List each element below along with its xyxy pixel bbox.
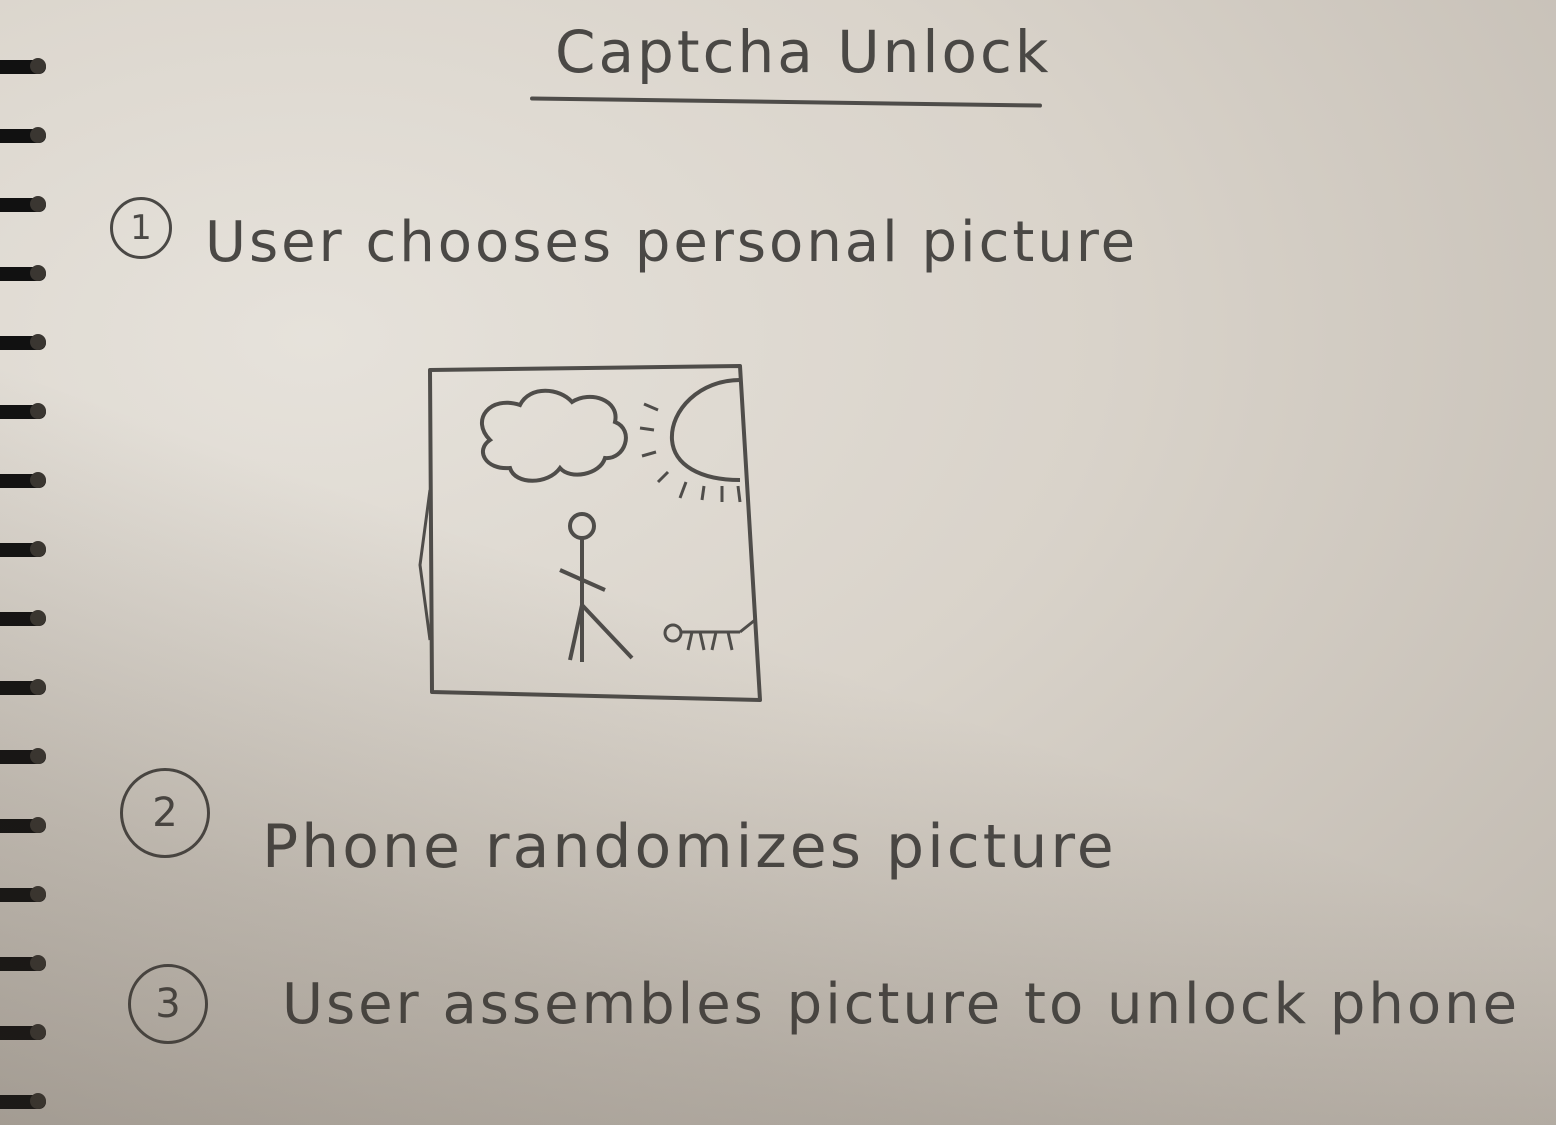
spiral-hole: [30, 748, 46, 764]
spiral-hole: [30, 58, 46, 74]
spiral-hole: [30, 886, 46, 902]
spiral-hole: [30, 1024, 46, 1040]
step-1-text: User chooses personal picture: [205, 210, 1139, 275]
step-2-text: Phone randomizes picture: [262, 812, 1117, 882]
personal-picture-sketch: [418, 364, 762, 702]
spiral-hole: [30, 472, 46, 488]
step-3-text: User assembles picture to unlock phone: [282, 972, 1521, 1037]
step-2-number: 2: [120, 768, 210, 858]
notebook-page: Captcha Unlock 1 User chooses personal p…: [0, 0, 1556, 1125]
spiral-hole: [30, 955, 46, 971]
spiral-hole: [30, 334, 46, 350]
spiral-hole: [30, 1093, 46, 1109]
spiral-hole: [30, 403, 46, 419]
dog-sketch: [663, 618, 756, 651]
spiral-hole: [30, 679, 46, 695]
spiral-hole: [30, 196, 46, 212]
spiral-binding: [0, 0, 60, 1125]
spiral-hole: [30, 541, 46, 557]
step-1-number: 1: [110, 197, 172, 259]
sun-sketch: [669, 378, 741, 482]
spiral-hole: [30, 265, 46, 281]
cloud-sketch: [479, 388, 628, 483]
spiral-hole: [30, 127, 46, 143]
spiral-hole: [30, 817, 46, 833]
spiral-hole: [30, 610, 46, 626]
picture-frame: [428, 364, 762, 702]
stick-figure-sketch: [559, 512, 634, 662]
step-3-number: 3: [128, 964, 208, 1044]
page-title: Captcha Unlock: [555, 18, 1052, 86]
title-underline: [529, 96, 1043, 108]
